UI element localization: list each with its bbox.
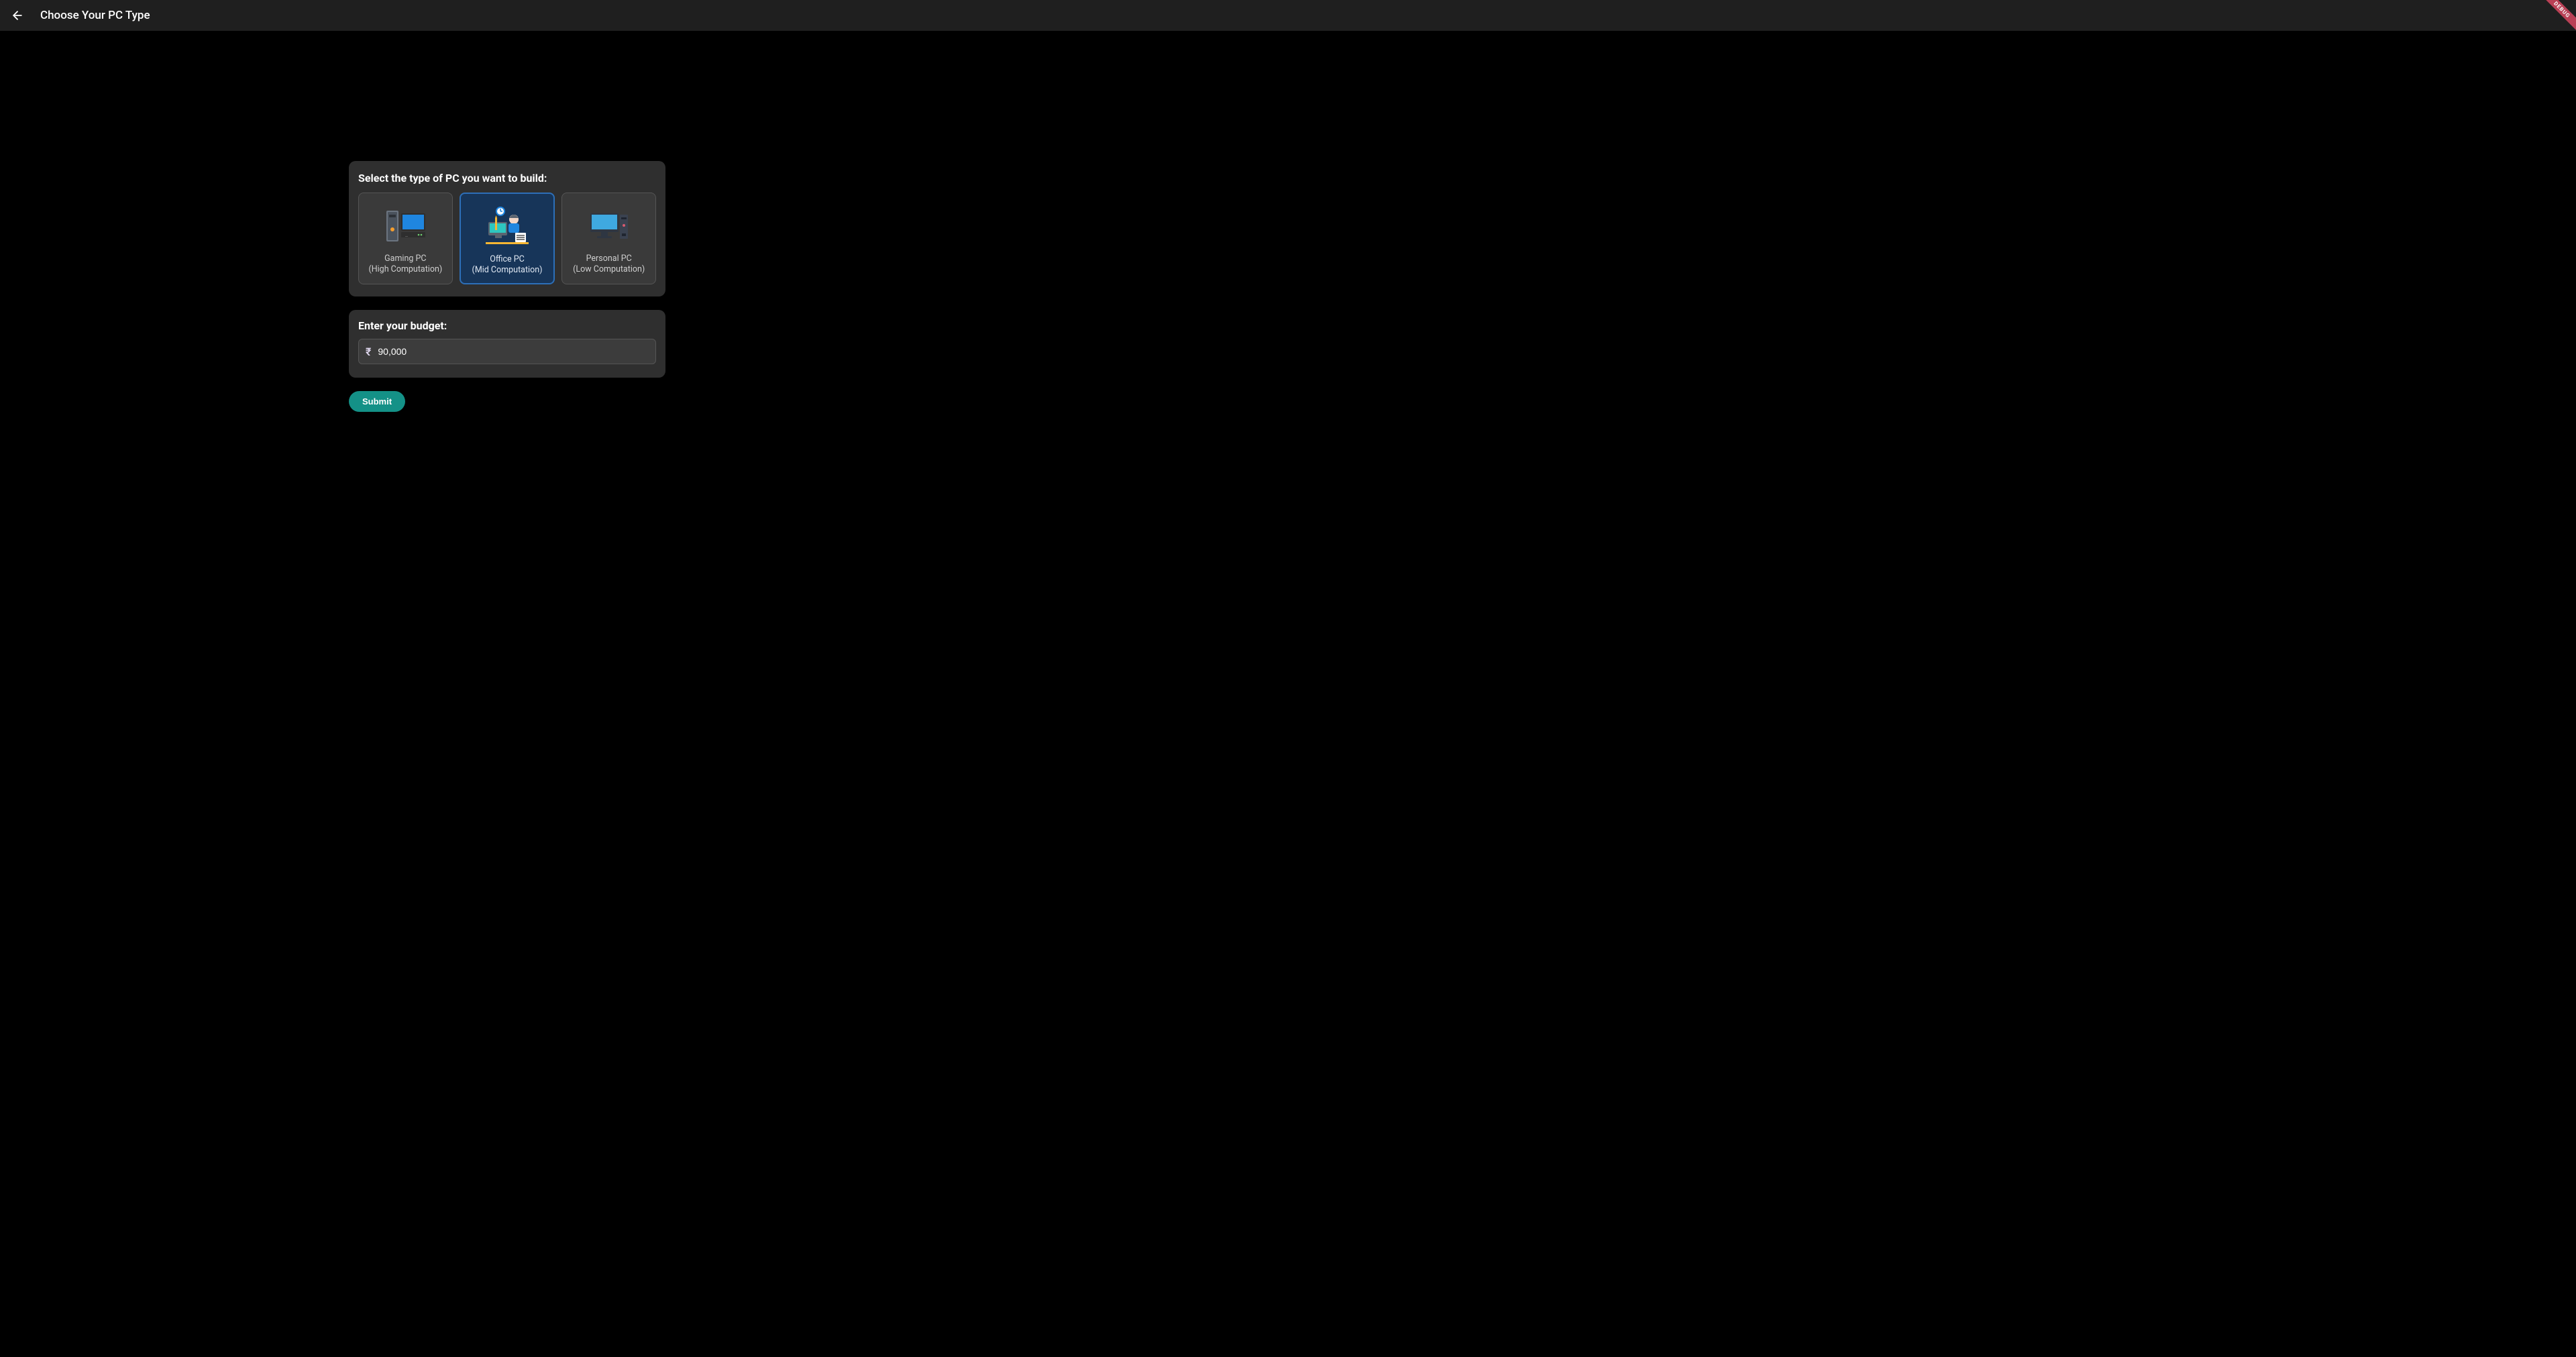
pc-type-card-row: Gaming PC (High Computation) — [358, 193, 656, 284]
budget-panel: Enter your budget: ₹ — [349, 310, 665, 378]
submit-button[interactable]: Submit — [349, 391, 405, 412]
office-pc-icon — [480, 203, 534, 249]
page-title: Choose Your PC Type — [40, 9, 150, 22]
app-bar: Choose Your PC Type — [0, 0, 2576, 31]
personal-pc-icon — [582, 203, 636, 248]
page-body: Select the type of PC you want to build: — [0, 31, 2576, 1357]
rupee-icon: ₹ — [366, 345, 371, 358]
pc-type-panel: Select the type of PC you want to build: — [349, 161, 665, 296]
pc-type-heading: Select the type of PC you want to build: — [358, 172, 656, 184]
budget-input-row[interactable]: ₹ — [358, 339, 656, 364]
gaming-pc-icon — [378, 203, 432, 248]
card-subtitle: (Mid Computation) — [472, 265, 543, 276]
card-subtitle: (Low Computation) — [573, 264, 645, 275]
budget-input[interactable] — [378, 346, 649, 357]
card-title: Office PC — [472, 254, 543, 265]
arrow-left-icon — [11, 9, 24, 22]
card-label: Office PC (Mid Computation) — [472, 254, 543, 275]
pc-type-card-personal[interactable]: Personal PC (Low Computation) — [561, 193, 656, 284]
card-label: Gaming PC (High Computation) — [368, 254, 442, 274]
back-button[interactable] — [8, 6, 27, 25]
card-subtitle: (High Computation) — [368, 264, 442, 275]
card-title: Personal PC — [573, 254, 645, 264]
pc-type-card-gaming[interactable]: Gaming PC (High Computation) — [358, 193, 453, 284]
budget-heading: Enter your budget: — [358, 319, 656, 332]
card-title: Gaming PC — [368, 254, 442, 264]
pc-type-card-office[interactable]: Office PC (Mid Computation) — [460, 193, 555, 284]
card-label: Personal PC (Low Computation) — [573, 254, 645, 274]
